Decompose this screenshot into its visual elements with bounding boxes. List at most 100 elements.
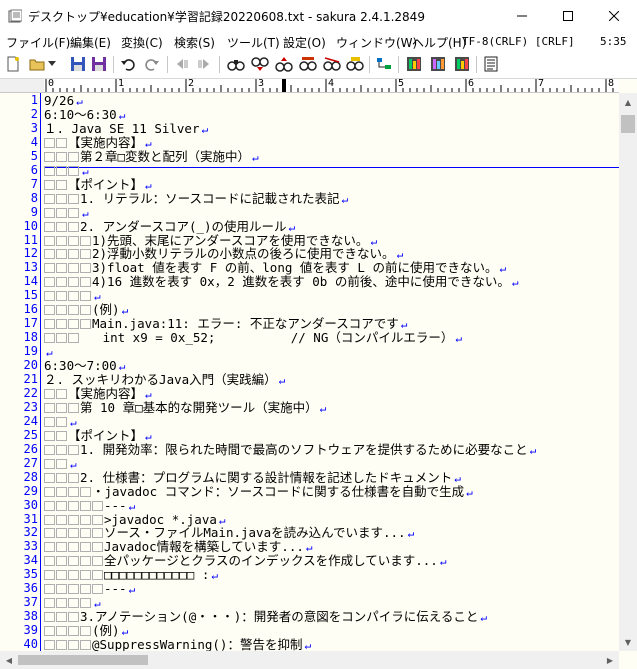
vertical-scrollbar[interactable]: ▲ ▼ — [619, 93, 637, 651]
text-line[interactable]: --- ↵ — [44, 581, 135, 596]
grep-button[interactable] — [345, 54, 365, 74]
line-number[interactable]: 7 — [0, 177, 38, 192]
maximize-button[interactable] — [545, 0, 591, 31]
replace-button[interactable] — [298, 54, 318, 74]
line-number[interactable]: 10 — [0, 219, 38, 234]
text-line[interactable]: 6:10〜6:30 ↵ — [44, 107, 125, 122]
line-number[interactable]: 16 — [0, 302, 38, 317]
line-number[interactable]: 23 — [0, 400, 38, 415]
text-line[interactable]: 【実施内容】 ↵ — [44, 135, 152, 150]
line-number[interactable]: 34 — [0, 553, 38, 568]
text-area[interactable]: 9/26 ↵ 6:10〜6:30 ↵ １. Java SE 11 Silver ↵ 【実施内… — [44, 93, 619, 651]
line-number[interactable]: 29 — [0, 484, 38, 499]
editor-area[interactable]: 012345678 1 2 3 4 5 6 7 8 9 10 11 12 13 14 15 16 17 18 19 2… — [0, 79, 637, 669]
line-number[interactable]: 8 — [0, 191, 38, 206]
text-line[interactable]: Main.java:11: エラー: 不正なアンダースコアです ↵ — [44, 316, 407, 331]
text-line[interactable]: >javadoc *.java ↵ — [44, 512, 226, 527]
horizontal-scroll-thumb[interactable] — [18, 655, 148, 665]
text-line[interactable]: (例) ↵ — [44, 623, 128, 638]
line-number[interactable]: 33 — [0, 539, 38, 554]
menu-tools[interactable]: ツール(T) — [227, 34, 280, 51]
line-number[interactable]: 4 — [0, 135, 38, 150]
text-line[interactable]: Javadoc情報を構築しています... ↵ — [44, 539, 313, 554]
text-line[interactable]: 【ポイント】 ↵ — [44, 177, 152, 192]
text-line[interactable]: 9/26 ↵ — [44, 93, 83, 108]
line-number[interactable]: 14 — [0, 274, 38, 289]
outline-button[interactable] — [374, 54, 394, 74]
scroll-left-arrow-icon[interactable]: ◀ — [2, 653, 16, 667]
text-line[interactable]: ↵ — [44, 414, 77, 429]
menu-edit[interactable]: 編集(E) — [70, 34, 111, 51]
line-number[interactable]: 12 — [0, 246, 38, 261]
menu-help[interactable]: ヘルプ(H) — [412, 34, 466, 51]
text-line[interactable]: 2)浮動小数リテラルの小数点の後ろに使用できない。 ↵ — [44, 246, 403, 261]
line-number[interactable]: 1 — [0, 93, 38, 108]
text-line[interactable]: 第 10 章□基本的な開発ツール（実施中） ↵ — [44, 400, 326, 415]
text-line[interactable]: ソース・ファイルMain.javaを読み込んでいます... ↵ — [44, 525, 414, 540]
line-number[interactable]: 20 — [0, 358, 38, 373]
save-all-button[interactable] — [89, 54, 109, 74]
move-forward-button[interactable] — [194, 54, 214, 74]
line-number[interactable]: 2 — [0, 107, 38, 122]
line-number[interactable]: 37 — [0, 595, 38, 610]
text-line[interactable]: ↵ — [44, 288, 101, 303]
line-number[interactable]: 13 — [0, 260, 38, 275]
line-number[interactable]: 40 — [0, 637, 38, 652]
menu-convert[interactable]: 変換(C) — [121, 34, 163, 51]
sakura-app-icon[interactable] — [8, 8, 23, 23]
line-number[interactable]: 18 — [0, 330, 38, 345]
clear-marks-button[interactable] — [322, 54, 342, 74]
text-line[interactable]: 【ポイント】 ↵ — [44, 428, 152, 443]
text-line[interactable]: 第２章□変数と配列（実施中） ↵ — [44, 149, 259, 164]
text-line[interactable]: １. Java SE 11 Silver ↵ — [44, 121, 208, 136]
search-button[interactable] — [226, 54, 246, 74]
scroll-down-arrow-icon[interactable]: ▼ — [621, 635, 635, 649]
line-number[interactable]: 26 — [0, 442, 38, 457]
line-number[interactable]: 9 — [0, 205, 38, 220]
line-number[interactable]: 17 — [0, 316, 38, 331]
text-line[interactable]: 1. リテラル：ソースコードに記載された表記 ↵ — [44, 191, 348, 206]
line-number[interactable]: 28 — [0, 470, 38, 485]
open-dropdown-button[interactable] — [46, 54, 58, 74]
text-line[interactable]: ・javadoc コマンド：ソースコードに関する仕様書を自動で生成 ↵ — [44, 484, 473, 499]
text-line[interactable]: 全パッケージとクラスのインデックスを作成しています... ↵ — [44, 553, 446, 568]
print-preview-button[interactable] — [481, 54, 501, 74]
line-number[interactable]: 25 — [0, 428, 38, 443]
macro-record-button[interactable] — [404, 54, 424, 74]
line-number[interactable]: 32 — [0, 525, 38, 540]
text-line[interactable]: ↵ — [44, 205, 89, 220]
scroll-right-arrow-icon[interactable]: ▶ — [603, 653, 617, 667]
line-number[interactable]: 19 — [0, 344, 38, 359]
save-button[interactable] — [68, 54, 88, 74]
line-number[interactable]: 39 — [0, 623, 38, 638]
text-line[interactable]: ↵ — [44, 344, 53, 359]
scroll-up-arrow-icon[interactable]: ▲ — [621, 95, 635, 109]
text-line[interactable]: 2. アンダースコア(_)の使用ルール ↵ — [44, 219, 295, 234]
text-line[interactable]: @SuppressWarning()：警告を抑制 ↵ — [44, 637, 311, 651]
search-down-button[interactable] — [250, 54, 270, 74]
line-number-gutter[interactable]: 1 2 3 4 5 6 7 8 9 10 11 12 13 14 15 16 17 18 19 20 21 22 23 24 2… — [0, 93, 38, 651]
line-number[interactable]: 31 — [0, 512, 38, 527]
text-line[interactable]: ２. スッキリわかるJava入門（実践編） ↵ — [44, 372, 285, 387]
text-line[interactable]: 4)16 進数を表す 0x，2 進数を表す 0b の前後、途中に使用できない。 ↵ — [44, 274, 519, 289]
line-number[interactable]: 27 — [0, 456, 38, 471]
text-line[interactable]: 【実施内容】 ↵ — [44, 386, 152, 401]
open-file-button[interactable] — [27, 54, 47, 74]
text-line[interactable]: 6:30〜7:00 ↵ — [44, 358, 125, 373]
undo-button[interactable] — [118, 54, 138, 74]
line-number[interactable]: 36 — [0, 581, 38, 596]
title-bar[interactable]: デスクトップ¥education¥学習記録20220608.txt - saku… — [0, 0, 637, 31]
text-line[interactable]: 1. 開発効率：限られた時間で最高のソフトウェアを提供するために必要なこと ↵ — [44, 442, 536, 457]
line-number[interactable]: 15 — [0, 288, 38, 303]
macro-settings-button[interactable] — [452, 54, 472, 74]
search-up-button[interactable] — [274, 54, 294, 74]
menu-window[interactable]: ウィンドウ(W) — [336, 34, 417, 51]
line-number[interactable]: 38 — [0, 609, 38, 624]
text-line[interactable]: □□□□□□□□□□□□ : ↵ — [44, 567, 218, 582]
line-number[interactable]: 5 — [0, 149, 38, 164]
text-line[interactable]: ↵ — [44, 456, 77, 471]
horizontal-scrollbar[interactable]: ◀ ▶ — [0, 651, 619, 669]
text-line[interactable]: 1)先頭、末尾にアンダースコアを使用できない。 ↵ — [44, 233, 377, 248]
line-number[interactable]: 22 — [0, 386, 38, 401]
text-line[interactable]: 3.アノテーション(@・・・)：開発者の意図をコンパイラに伝えること ↵ — [44, 609, 487, 624]
